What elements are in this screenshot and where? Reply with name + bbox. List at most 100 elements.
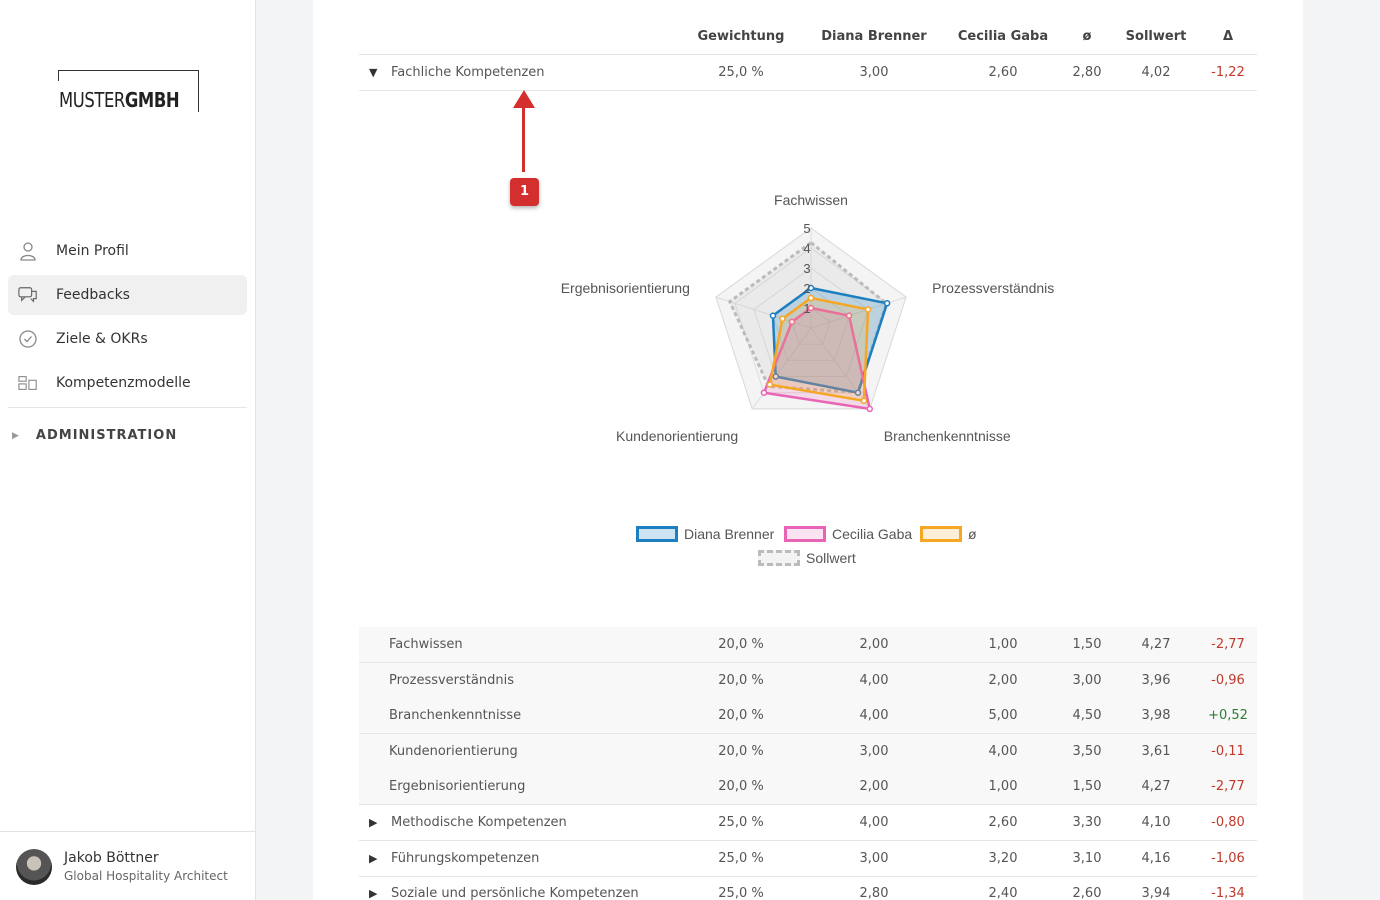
cell-sollwert: 3,96 — [1141, 672, 1171, 688]
cell-gewichtung: 20,0 % — [718, 708, 764, 724]
legend-swatch — [758, 550, 800, 566]
radar-point — [779, 315, 786, 322]
column-header-diana-brenner: Diana Brenner — [821, 29, 927, 44]
cell-average: 1,50 — [1072, 779, 1102, 795]
radar-point — [860, 397, 868, 405]
cell-delta: -1,06 — [1211, 850, 1245, 866]
cell-average: 1,50 — [1072, 637, 1102, 652]
row-name: Kundenorientierung — [389, 743, 518, 759]
nav-item-kompetenzmodelle[interactable]: Kompetenzmodelle — [8, 363, 247, 403]
cell-sollwert: 4,16 — [1141, 850, 1171, 866]
radar-tick-label: 4 — [803, 241, 810, 256]
nav-label: Mein Profil — [56, 243, 129, 259]
column-header-delta: Δ — [1222, 29, 1234, 44]
cell-delta: -0,11 — [1211, 743, 1245, 759]
column-header-gewichtung: Gewichtung — [697, 29, 785, 44]
logo-text: MUSTERGMBH — [59, 88, 180, 112]
company-logo[interactable]: MUSTERGMBH — [58, 70, 200, 112]
administration-toggle[interactable]: ▶ ADMINISTRATION — [12, 428, 177, 443]
legend-swatch — [784, 526, 826, 542]
cell-gewichtung: 25,0 % — [718, 886, 764, 900]
annotation-arrow-line — [522, 100, 525, 172]
radar-tick-label: 1 — [803, 301, 810, 316]
cell-average: 4,50 — [1072, 708, 1102, 724]
cell-cecilia: 5,00 — [988, 708, 1018, 724]
user-name: Jakob Böttner — [64, 850, 159, 866]
group-row-fachliche-kompetenzen[interactable]: ▼ Fachliche Kompetenzen 25,0 % 3,00 2,60… — [359, 55, 1257, 91]
legend-item[interactable]: ø — [920, 526, 977, 542]
radar-tick-label: 5 — [803, 221, 810, 236]
group-name: Fachliche Kompetenzen — [391, 65, 545, 80]
chevron-right-icon: ▶ — [369, 851, 378, 865]
competency-group-row[interactable]: ▶ Methodische Kompetenzen 25,0 % 4,00 2,60 3,… — [359, 805, 1257, 841]
radar-chart: 1 2 3 4 5 Fachwissen Prozessverständnis Branche… — [561, 195, 1055, 444]
cell-cecilia: 4,00 — [988, 743, 1018, 759]
radar-point — [807, 294, 815, 302]
administration-label: ADMINISTRATION — [35, 428, 178, 443]
nav-label: Kompetenzmodelle — [56, 375, 191, 391]
nav-label: Ziele & OKRs — [56, 331, 148, 347]
cell-delta: -2,77 — [1211, 779, 1245, 795]
cell-delta: -0,80 — [1211, 815, 1245, 830]
nav-label: Feedbacks — [56, 287, 130, 303]
cell-diana: 3,00 — [859, 743, 889, 759]
column-header-average: ø — [1082, 29, 1092, 44]
cell-delta: +0,52 — [1208, 708, 1248, 724]
cell-gewichtung: 25,0 % — [718, 65, 764, 80]
cell-average: 2,80 — [1072, 65, 1102, 80]
cell-delta: -1,34 — [1211, 886, 1245, 900]
cell-average: 2,60 — [1072, 886, 1102, 900]
cell-diana: 3,00 — [859, 65, 889, 80]
grid-icon — [18, 373, 38, 393]
radar-point — [883, 300, 891, 307]
subcompetency-row[interactable]: Kundenorientierung 20,0 % 3,00 4,00 3,50 3,61… — [359, 733, 1257, 770]
legend-label: Cecilia Gaba — [832, 526, 913, 542]
nav-item-ziele-okrs[interactable]: Ziele & OKRs — [8, 319, 247, 359]
row-name: Prozessverständnis — [389, 672, 514, 688]
legend-item[interactable]: Cecilia Gaba — [784, 526, 912, 542]
radar-point — [864, 306, 872, 313]
chevron-right-icon: ▶ — [12, 430, 20, 441]
table-header: Gewichtung Diana Brenner Cecilia Gaba ø … — [359, 0, 1257, 55]
subcompetency-row[interactable]: Branchenkenntnisse 20,0 % 4,00 5,00 4,50 3,98… — [359, 698, 1257, 735]
cell-cecilia: 3,20 — [988, 850, 1018, 866]
competency-group-row[interactable]: ▶ Soziale und persönliche Kompetenzen 25,0… — [359, 876, 1257, 900]
subcompetency-row[interactable]: Prozessverständnis 20,0 % 4,00 2,00 3,00 3,96… — [359, 662, 1257, 699]
nav-divider — [8, 407, 247, 408]
cell-cecilia: 1,00 — [988, 637, 1018, 652]
radar-axis-label: Branchenkenntnisse — [884, 428, 1011, 444]
cell-gewichtung: 20,0 % — [718, 672, 764, 688]
nav-item-feedbacks[interactable]: Feedbacks — [8, 275, 247, 315]
cell-sollwert: 4,27 — [1141, 637, 1171, 652]
subcompetency-row[interactable]: Ergebnisorientierung 20,0 % 2,00 1,00 1,50 4,… — [359, 769, 1257, 806]
cell-diana: 4,00 — [859, 708, 889, 724]
subcompetency-row[interactable]: Fachwissen 20,0 % 2,00 1,00 1,50 4,27 -2,77 — [359, 627, 1257, 663]
row-name: Führungskompetenzen — [391, 850, 540, 866]
legend-item[interactable]: Sollwert — [758, 550, 856, 566]
cell-diana: 3,00 — [859, 850, 889, 866]
row-name: Methodische Kompetenzen — [391, 815, 567, 830]
legend-item[interactable]: Diana Brenner — [636, 526, 774, 542]
column-header-sollwert: Sollwert — [1125, 29, 1187, 44]
chevron-right-icon: ▶ — [369, 816, 378, 829]
chevron-down-icon: ▼ — [369, 66, 378, 79]
radar-axis-label: Ergebnisorientierung — [561, 280, 690, 296]
cell-sollwert: 3,98 — [1141, 708, 1171, 724]
cell-average: 3,00 — [1072, 672, 1102, 688]
cell-sollwert: 3,94 — [1141, 886, 1171, 900]
cell-sollwert: 4,02 — [1141, 65, 1171, 80]
competency-group-row[interactable]: ▶ Führungskompetenzen 25,0 % 3,00 3,20 3,10 4,… — [359, 841, 1257, 877]
user-profile[interactable]: Jakob Böttner Global Hospitality Archite… — [0, 831, 255, 900]
nav-item-mein-profil[interactable]: Mein Profil — [8, 231, 247, 271]
sidebar: MUSTERGMBH Mein Profil Feedbacks Ziele &… — [0, 0, 256, 900]
column-header-cecilia-gaba: Cecilia Gaba — [957, 29, 1049, 44]
cell-average: 3,10 — [1072, 850, 1102, 866]
cell-diana: 2,80 — [859, 886, 889, 900]
user-role: Global Hospitality Architect — [64, 869, 228, 883]
main-nav: Mein Profil Feedbacks Ziele & OKRs Kompe… — [8, 231, 247, 407]
cell-sollwert: 3,61 — [1141, 743, 1171, 759]
legend-label: ø — [968, 526, 977, 542]
radar-point — [760, 389, 768, 396]
cell-sollwert: 4,27 — [1141, 779, 1171, 795]
cell-delta: -1,22 — [1211, 65, 1245, 80]
